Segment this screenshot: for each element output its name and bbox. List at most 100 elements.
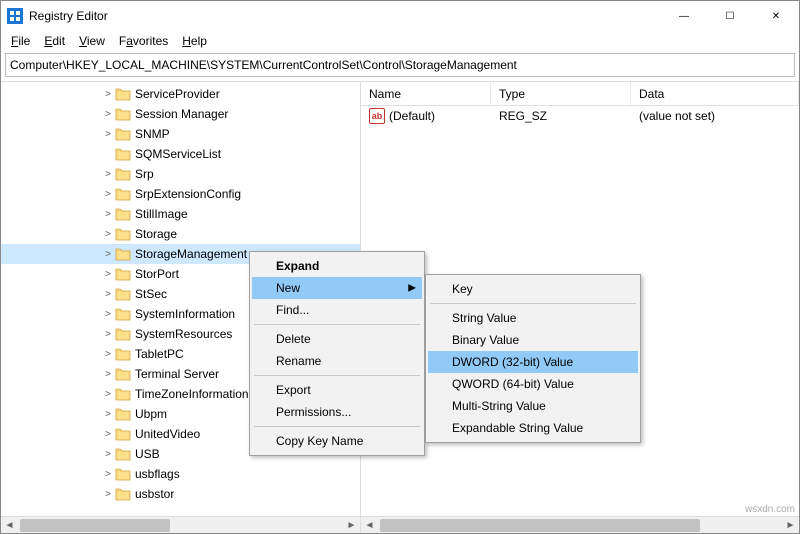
tree-item-label: TabletPC	[135, 347, 184, 361]
folder-icon	[115, 387, 131, 401]
scroll-left-icon[interactable]: ◄	[1, 517, 18, 534]
ctx-new-expandstring[interactable]: Expandable String Value	[428, 417, 638, 439]
tree-item-label: UnitedVideo	[135, 427, 200, 441]
menu-file[interactable]: File	[5, 32, 36, 50]
tree-item-label: TimeZoneInformation	[135, 387, 249, 401]
regedit-icon	[7, 8, 23, 24]
ctx-delete[interactable]: Delete	[252, 328, 422, 350]
tree-item-label: ServiceProvider	[135, 87, 220, 101]
folder-icon	[115, 87, 131, 101]
expand-icon[interactable]: >	[101, 369, 115, 380]
expand-icon[interactable]: >	[101, 109, 115, 120]
ctx-expand[interactable]: Expand	[252, 255, 422, 277]
tree-item-label: usbstor	[135, 487, 174, 501]
folder-icon	[115, 467, 131, 481]
folder-icon	[115, 427, 131, 441]
tree-item[interactable]: >SNMP	[1, 124, 360, 144]
tree-item[interactable]: >Srp	[1, 164, 360, 184]
close-button[interactable]: ✕	[753, 1, 799, 31]
ctx-new-string[interactable]: String Value	[428, 307, 638, 329]
ctx-new-dword[interactable]: DWORD (32-bit) Value	[428, 351, 638, 373]
folder-icon	[115, 227, 131, 241]
ctx-export[interactable]: Export	[252, 379, 422, 401]
expand-icon[interactable]: >	[101, 289, 115, 300]
ctx-permissions[interactable]: Permissions...	[252, 401, 422, 423]
folder-icon	[115, 307, 131, 321]
col-name[interactable]: Name	[361, 82, 491, 105]
separator	[430, 303, 636, 304]
tree-item-label: Storage	[135, 227, 177, 241]
expand-icon[interactable]: >	[101, 89, 115, 100]
expand-icon[interactable]: >	[101, 309, 115, 320]
value-data: (value not set)	[639, 109, 715, 123]
expand-icon[interactable]: >	[101, 489, 115, 500]
col-type[interactable]: Type	[491, 82, 631, 105]
tree-item[interactable]: SQMServiceList	[1, 144, 360, 164]
folder-icon	[115, 487, 131, 501]
expand-icon[interactable]: >	[101, 469, 115, 480]
tree-item[interactable]: > usbflags	[1, 464, 360, 484]
watermark: wsxdn.com	[745, 504, 795, 515]
expand-icon[interactable]: >	[101, 269, 115, 280]
ctx-find[interactable]: Find...	[252, 299, 422, 321]
expand-icon[interactable]: >	[101, 409, 115, 420]
maximize-button[interactable]: ☐	[707, 1, 753, 31]
expand-icon[interactable]: >	[101, 129, 115, 140]
expand-icon[interactable]: >	[101, 169, 115, 180]
folder-icon	[115, 127, 131, 141]
menu-edit[interactable]: Edit	[38, 32, 71, 50]
tree-item[interactable]: > StillImage	[1, 204, 360, 224]
ctx-new-qword[interactable]: QWORD (64-bit) Value	[428, 373, 638, 395]
menu-favorites[interactable]: Favorites	[113, 32, 174, 50]
ctx-new-binary[interactable]: Binary Value	[428, 329, 638, 351]
expand-icon[interactable]: >	[101, 229, 115, 240]
tree-hscroll[interactable]: ◄ ►	[1, 516, 360, 533]
expand-icon[interactable]: >	[101, 349, 115, 360]
tree-item-label: SrpExtensionConfig	[135, 187, 241, 201]
expand-icon[interactable]: >	[101, 449, 115, 460]
tree-item[interactable]: >Session Manager	[1, 104, 360, 124]
tree-item[interactable]: > SrpExtensionConfig	[1, 184, 360, 204]
list-header: Name Type Data	[361, 82, 799, 106]
list-row[interactable]: ab(Default)REG_SZ(value not set)	[361, 106, 799, 126]
tree-item-label: Ubpm	[135, 407, 167, 421]
col-data[interactable]: Data	[631, 82, 799, 105]
expand-icon[interactable]: >	[101, 329, 115, 340]
tree-item-label: SystemInformation	[135, 307, 235, 321]
folder-icon	[115, 107, 131, 121]
scroll-right-icon[interactable]: ►	[782, 517, 799, 534]
menu-help[interactable]: Help	[176, 32, 213, 50]
ctx-rename[interactable]: Rename	[252, 350, 422, 372]
expand-icon[interactable]: >	[101, 249, 115, 260]
ctx-copy-key-name[interactable]: Copy Key Name	[252, 430, 422, 452]
minimize-button[interactable]: —	[661, 1, 707, 31]
tree-item-label: usbflags	[135, 467, 180, 481]
value-name: (Default)	[389, 109, 435, 123]
menu-view[interactable]: View	[73, 32, 111, 50]
tree-item[interactable]: > usbstor	[1, 484, 360, 504]
expand-icon[interactable]: >	[101, 389, 115, 400]
folder-icon	[115, 247, 131, 261]
tree-item-label: SystemResources	[135, 327, 232, 341]
scroll-left-icon[interactable]: ◄	[361, 517, 378, 534]
tree-item-label: StSec	[135, 287, 167, 301]
separator	[254, 426, 420, 427]
scroll-thumb[interactable]	[20, 519, 170, 532]
address-bar[interactable]: Computer\HKEY_LOCAL_MACHINE\SYSTEM\Curre…	[5, 53, 795, 77]
tree-item-label: StillImage	[135, 207, 188, 221]
expand-icon[interactable]: >	[101, 189, 115, 200]
ctx-new-key[interactable]: Key	[428, 278, 638, 300]
ctx-new-multistring[interactable]: Multi-String Value	[428, 395, 638, 417]
scroll-right-icon[interactable]: ►	[343, 517, 360, 534]
expand-icon[interactable]: >	[101, 209, 115, 220]
tree-item[interactable]: > Storage	[1, 224, 360, 244]
expand-icon[interactable]: >	[101, 429, 115, 440]
separator	[254, 375, 420, 376]
list-hscroll[interactable]: ◄ ►	[361, 516, 799, 533]
ctx-new[interactable]: New▶	[252, 277, 422, 299]
string-value-icon: ab	[369, 108, 385, 124]
tree-item[interactable]: > ServiceProvider	[1, 84, 360, 104]
window-title: Registry Editor	[29, 9, 108, 23]
folder-icon	[115, 267, 131, 281]
scroll-thumb[interactable]	[380, 519, 700, 532]
